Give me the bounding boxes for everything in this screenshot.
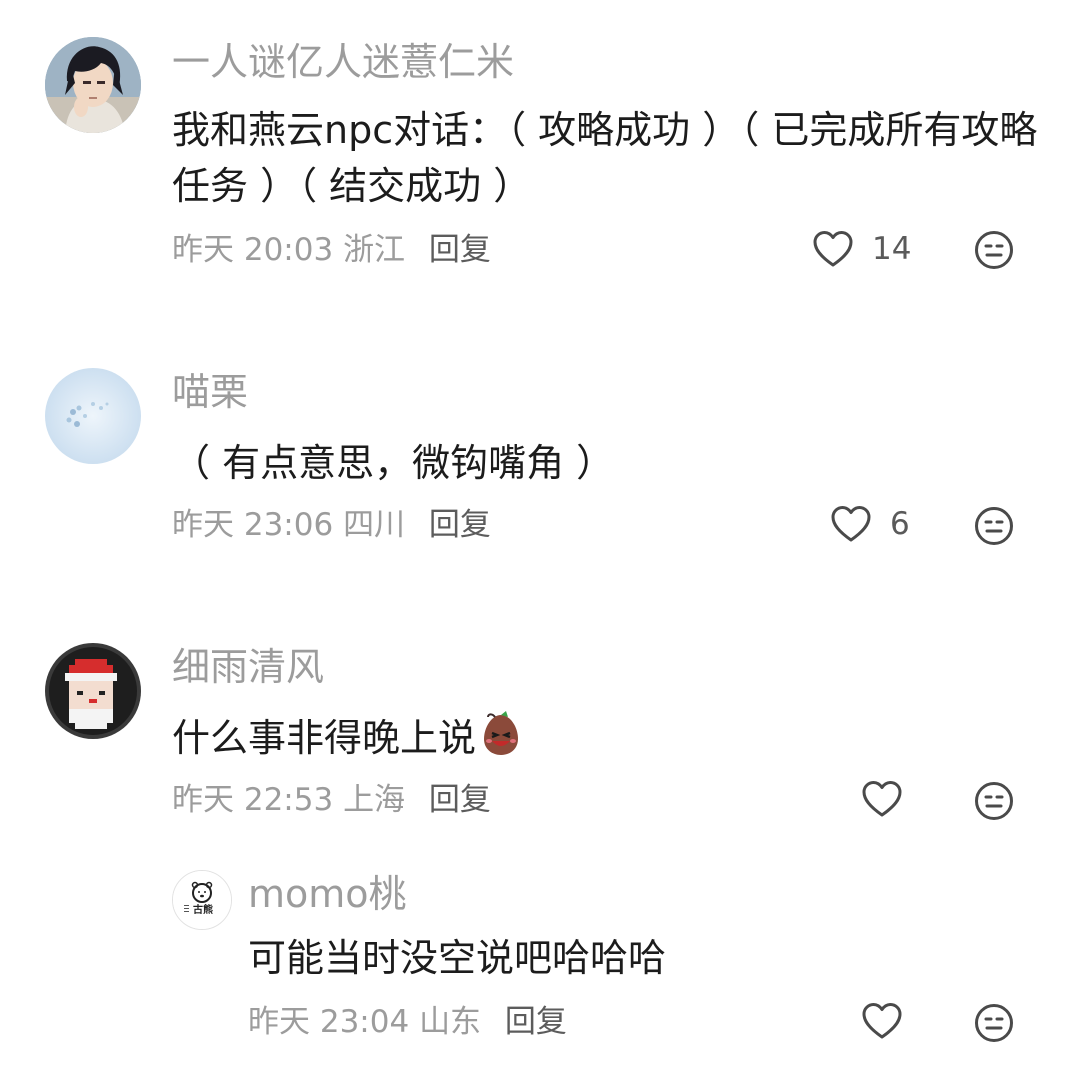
like-button[interactable]: 6 bbox=[830, 504, 910, 544]
meh-face-icon bbox=[975, 1004, 1013, 1042]
avatar[interactable] bbox=[45, 37, 141, 133]
snow-flower-avatar-icon bbox=[45, 368, 141, 464]
heart-icon bbox=[862, 1003, 902, 1039]
username[interactable]: 一人谜亿人迷薏仁米 bbox=[172, 40, 514, 84]
comment-item: 细雨清风 什么事非得晚上说 昨天 22:53 上海 回复 bbox=[0, 615, 1079, 845]
comment-date: 昨天 bbox=[172, 782, 234, 818]
like-button[interactable] bbox=[861, 779, 903, 819]
like-button[interactable] bbox=[861, 1001, 903, 1041]
comment-time: 20:03 bbox=[243, 232, 334, 268]
meh-face-icon bbox=[975, 782, 1013, 820]
reply-time: 23:04 bbox=[319, 1004, 410, 1040]
comment-time: 22:53 bbox=[243, 782, 334, 818]
comment-text-body: 什么事非得晚上说 bbox=[172, 716, 477, 760]
dislike-button[interactable] bbox=[974, 506, 1014, 550]
reply-button[interactable]: 回复 bbox=[429, 782, 491, 818]
anime-boy-avatar-icon bbox=[45, 37, 141, 133]
dislike-button[interactable] bbox=[974, 1003, 1014, 1047]
comment-date: 昨天 bbox=[172, 507, 234, 543]
bear-logo-avatar-icon: 古熊 bbox=[173, 871, 231, 929]
heart-icon bbox=[862, 781, 902, 817]
reply-button[interactable]: 回复 bbox=[429, 507, 491, 543]
username[interactable]: momo桃 bbox=[248, 872, 407, 916]
comment-text: （ 有点意思，微钩嘴角 ） bbox=[172, 441, 615, 485]
bear-logo-text: 古熊 bbox=[193, 903, 213, 916]
grinning-bean-emoji bbox=[478, 711, 524, 772]
avatar[interactable] bbox=[45, 368, 141, 464]
comment-meta: 昨天 22:53 上海 回复 bbox=[172, 780, 491, 820]
reply-button[interactable]: 回复 bbox=[429, 232, 491, 268]
dislike-button[interactable] bbox=[974, 230, 1014, 274]
reply-text: 可能当时没空说吧哈哈哈 bbox=[248, 936, 667, 980]
comment-meta: 昨天 23:06 四川 回复 bbox=[172, 505, 491, 545]
like-count: 14 bbox=[872, 231, 912, 267]
heart-icon bbox=[831, 506, 871, 542]
comment-location: 四川 bbox=[343, 507, 406, 543]
comment-item: 一人谜亿人迷薏仁米 我和燕云npc对话：（ 攻略成功 ）（ 已完成所有攻略任务 … bbox=[0, 0, 1079, 300]
reply-button[interactable]: 回复 bbox=[505, 1004, 567, 1040]
avatar[interactable]: 古熊 bbox=[172, 870, 232, 930]
meh-face-icon bbox=[975, 507, 1013, 545]
comment-date: 昨天 bbox=[172, 232, 234, 268]
comment-text: 我和燕云npc对话：（ 攻略成功 ）（ 已完成所有攻略任务 ）（ 结交成功 ） bbox=[172, 108, 1038, 208]
meh-face-icon bbox=[975, 231, 1013, 269]
pixel-santa-avatar-icon bbox=[45, 643, 141, 739]
reply-date: 昨天 bbox=[248, 1004, 310, 1040]
comment-location: 浙江 bbox=[343, 232, 406, 268]
reply-meta: 昨天 23:04 山东 回复 bbox=[248, 1002, 567, 1042]
reply-item: 古熊 momo桃 可能当时没空说吧哈哈哈 昨天 23:04 山东 回复 bbox=[0, 860, 1079, 1060]
comment-location: 上海 bbox=[343, 782, 406, 818]
avatar[interactable] bbox=[45, 643, 141, 739]
username[interactable]: 细雨清风 bbox=[172, 645, 324, 689]
comment-item: 喵栗 （ 有点意思，微钩嘴角 ） 昨天 23:06 四川 回复 6 bbox=[0, 340, 1079, 570]
comment-time: 23:06 bbox=[243, 507, 334, 543]
comment-meta: 昨天 20:03 浙江 回复 bbox=[172, 230, 491, 270]
comment-text: 什么事非得晚上说 bbox=[172, 710, 1042, 772]
heart-icon bbox=[813, 231, 853, 267]
reply-location: 山东 bbox=[419, 1004, 482, 1040]
like-count: 6 bbox=[890, 506, 910, 542]
dislike-button[interactable] bbox=[974, 781, 1014, 825]
like-button[interactable]: 14 bbox=[812, 229, 911, 269]
username[interactable]: 喵栗 bbox=[172, 370, 248, 414]
